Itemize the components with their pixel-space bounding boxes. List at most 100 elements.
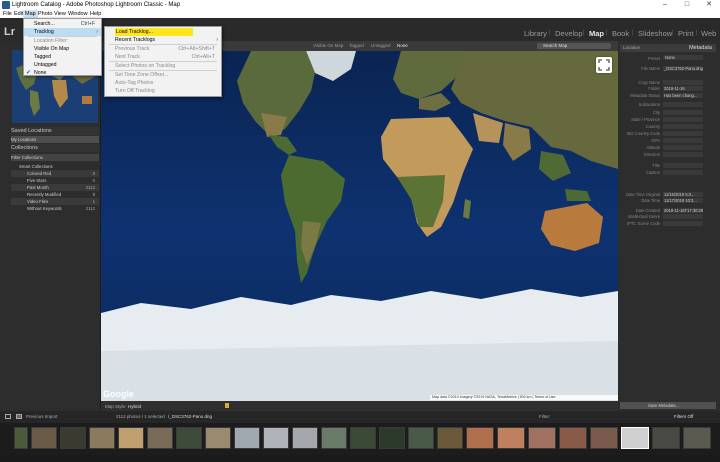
collection-row[interactable]: Past Month 2112 [11, 184, 99, 191]
saved-locations-header[interactable]: Saved Locations [11, 127, 99, 135]
filter-collections-field[interactable]: Filter Collections [11, 154, 99, 161]
collection-row[interactable]: Without Keywords 2112 [11, 205, 99, 212]
filmstrip-thumbnail[interactable] [147, 427, 173, 449]
collection-row[interactable]: Recently Modified 8 [11, 191, 99, 198]
metadata-field-value[interactable] [663, 170, 703, 175]
metadata-title[interactable]: Metadata [689, 45, 712, 51]
filmstrip-thumbnail[interactable] [31, 427, 57, 449]
collection-row[interactable]: Colored Red 0 [11, 170, 99, 177]
filmstrip-thumbnail[interactable] [497, 427, 525, 449]
filmstrip-thumbnail[interactable] [14, 427, 28, 449]
metadata-field-value[interactable]: 11/16/2019 5:3... [663, 192, 703, 197]
smart-collections-row[interactable]: Smart Collections [11, 163, 99, 170]
filmstrip-thumbnail[interactable] [60, 427, 86, 449]
menu-bar: File Edit Map Photo View Window Help [0, 10, 720, 18]
metadata-field-label: Sublocation [638, 102, 660, 107]
filmstrip-thumbnail[interactable] [350, 427, 376, 449]
metadata-field-value[interactable] [663, 80, 703, 85]
module-slideshow[interactable]: Slideshow [638, 29, 672, 38]
metadata-field-value[interactable]: 11/17/2019 10:3... [663, 198, 703, 203]
save-metadata-button[interactable]: Save Metadata... [620, 402, 716, 409]
filmstrip-thumbnail[interactable] [559, 427, 587, 449]
metadata-field-value[interactable] [663, 138, 703, 143]
metadata-field-value[interactable] [663, 145, 703, 150]
lock-icon[interactable] [225, 403, 229, 408]
metadata-field-label: Copy Name [638, 80, 660, 85]
metadata-field-value[interactable] [663, 102, 703, 107]
metadata-field-value[interactable] [663, 152, 703, 157]
metadata-field-value[interactable] [663, 117, 703, 122]
filter-tagged[interactable]: Tagged [349, 43, 364, 48]
filmstrip-thumbnail[interactable] [321, 427, 347, 449]
minimize-button[interactable]: – [654, 0, 676, 10]
filter-untagged[interactable]: Untagged [371, 43, 391, 48]
collections-header[interactable]: Collections [11, 144, 99, 152]
map-style-select[interactable]: Hybrid [128, 404, 141, 409]
location-label: Location [623, 45, 641, 50]
metadata-field-value[interactable] [663, 124, 703, 129]
filmstrip-thumbnail[interactable] [621, 427, 649, 449]
metadata-field-label: Country [645, 124, 660, 129]
module-library[interactable]: Library [524, 29, 547, 38]
metadata-field-value[interactable] [663, 221, 703, 226]
module-develop[interactable]: Develop [555, 29, 583, 38]
metadata-field-value[interactable] [663, 131, 703, 136]
map-menu-item[interactable]: Untagged [24, 61, 101, 69]
filmstrip-source-label[interactable]: Previous Import [26, 414, 58, 419]
loupe-view-icon[interactable] [16, 414, 22, 419]
filmstrip-thumbnail[interactable] [89, 427, 115, 449]
tracklog-menu-item[interactable]: Load Tracklog... [105, 28, 221, 36]
filters-off-select[interactable]: Filters Off [674, 414, 693, 419]
filmstrip-thumbnail[interactable] [379, 427, 405, 449]
menu-window[interactable]: Window [66, 10, 90, 18]
metadata-field-value[interactable] [663, 163, 703, 168]
filmstrip-thumbnail[interactable] [205, 427, 231, 449]
filmstrip-thumbnail[interactable] [683, 427, 711, 449]
fullscreen-button[interactable] [596, 57, 612, 73]
metadata-field-value[interactable] [663, 110, 703, 115]
collection-row[interactable]: Five Stars 0 [11, 177, 99, 184]
search-map-input[interactable]: Search Map [537, 43, 611, 49]
module-book[interactable]: Book [612, 29, 629, 38]
module-map[interactable]: Map [589, 29, 604, 38]
tracklog-menu-item: Select Photos on Tracklog [105, 62, 221, 70]
filmstrip-toolbar: Previous Import 2112 photos / 1 selected… [0, 411, 720, 423]
metadata-field-value[interactable]: 2019-11-16T17:30:29 [663, 208, 703, 213]
tracklog-menu-item[interactable]: Recent Tracklogs › [105, 36, 221, 44]
map-menu-item[interactable]: Search... Ctrl+F [24, 20, 101, 28]
map-menu-item-label: Visible On Map [34, 46, 70, 52]
grid-view-icon[interactable] [5, 414, 11, 419]
metadata-field-value[interactable] [663, 214, 703, 219]
close-button[interactable]: ✕ [698, 0, 720, 10]
menu-help[interactable]: Help [88, 10, 103, 18]
filmstrip-thumbnail[interactable] [408, 427, 434, 449]
filter-visible-on-map[interactable]: Visible On Map [313, 43, 343, 48]
filmstrip-thumbnail[interactable] [176, 427, 202, 449]
filmstrip-thumbnail[interactable] [118, 427, 144, 449]
filmstrip-thumbnail[interactable] [652, 427, 680, 449]
map-menu-item[interactable]: Visible On Map [24, 45, 101, 53]
filmstrip-thumbnail[interactable] [528, 427, 556, 449]
tracklog-menu-item-label: Set Time Zone Offset... [115, 72, 169, 78]
metadata-field-value[interactable]: _DSC3762-Pano.dng [663, 66, 703, 71]
metadata-field-label: Altitude [646, 145, 660, 150]
filmstrip-thumbnail[interactable] [466, 427, 494, 449]
maximize-button[interactable]: □ [676, 0, 698, 10]
filmstrip-thumbnail[interactable] [292, 427, 318, 449]
filmstrip-thumbnail[interactable] [234, 427, 260, 449]
filmstrip-thumbnail[interactable] [437, 427, 463, 449]
my-locations-row[interactable]: My Locations [11, 136, 99, 143]
map-menu-item[interactable]: Tracklog › [24, 28, 101, 36]
map-menu-item[interactable]: Tagged [24, 53, 101, 61]
module-print[interactable]: Print [678, 29, 693, 38]
preset-select[interactable]: None [663, 55, 703, 60]
filmstrip-thumbnail[interactable] [590, 427, 618, 449]
map-menu-item[interactable]: ✔ None [24, 69, 101, 77]
metadata-field-value[interactable]: Has been chang... [663, 93, 703, 98]
filter-none[interactable]: None [397, 43, 408, 48]
module-web[interactable]: Web [701, 29, 716, 38]
world-map[interactable] [101, 51, 618, 401]
collection-row[interactable]: Video Files 1 [11, 198, 99, 205]
metadata-field-value[interactable]: 2019-11-16 [663, 86, 703, 91]
filmstrip-thumbnail[interactable] [263, 427, 289, 449]
